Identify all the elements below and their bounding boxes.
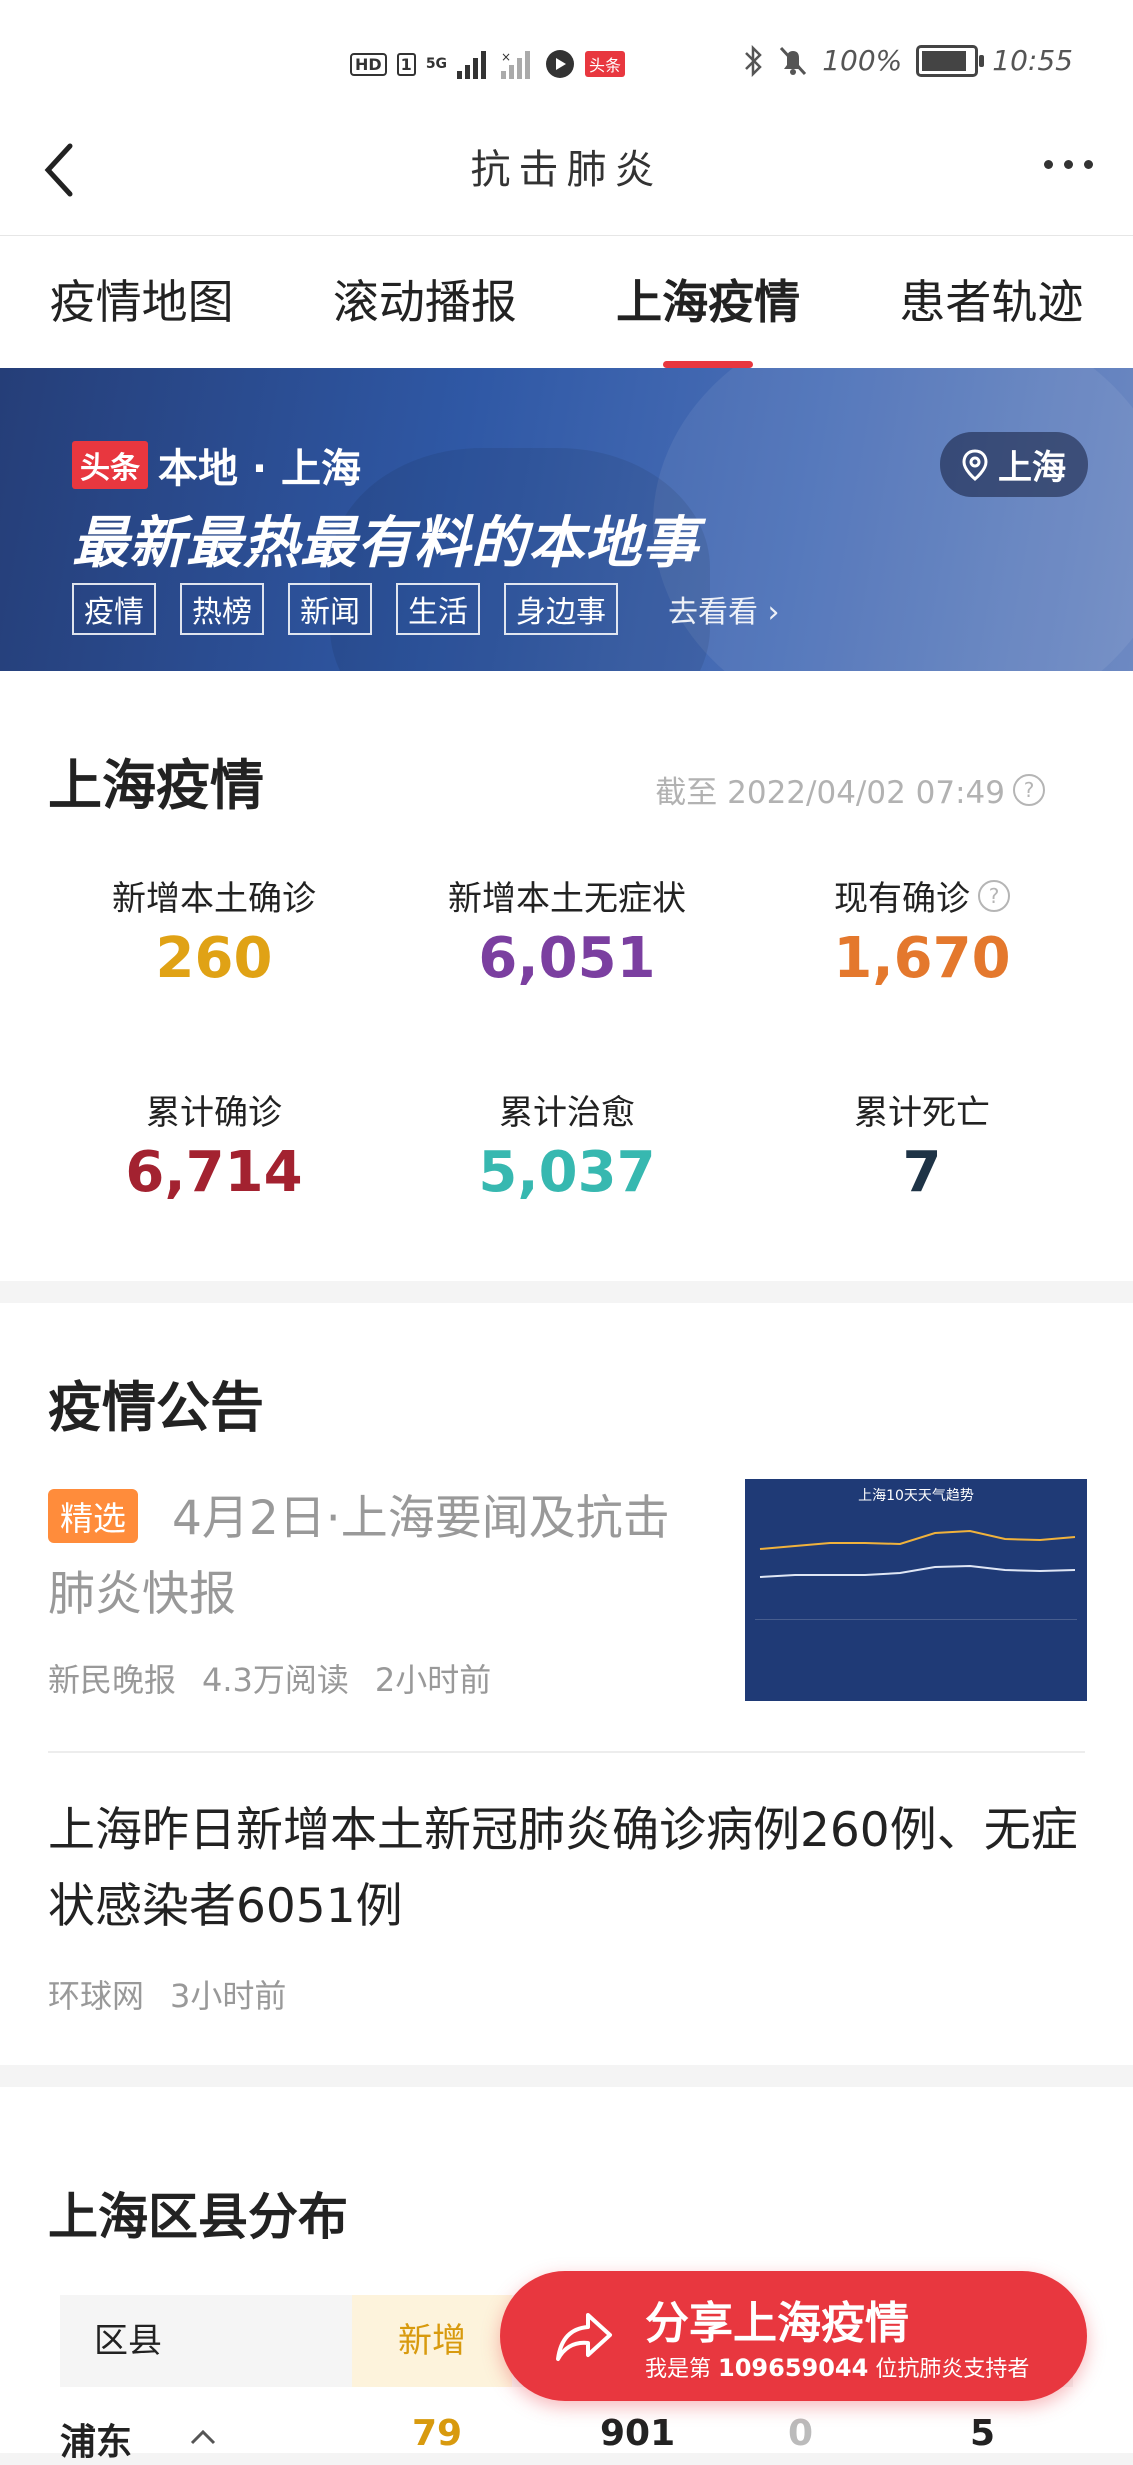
signal-off-icon: × — [501, 50, 531, 79]
battery-percent: 100% — [822, 44, 903, 77]
notice-time: 3小时前 — [170, 1977, 287, 2015]
status-right-icons: 100% 10:55 — [742, 44, 1073, 77]
help-icon[interactable]: ? — [978, 879, 1010, 912]
notice-time: 2小时前 — [374, 1661, 492, 1699]
district-value: 0 — [788, 2413, 814, 2454]
help-icon[interactable]: ? — [1013, 773, 1045, 806]
stat-value: 5,037 — [478, 1140, 656, 1205]
clock: 10:55 — [992, 44, 1073, 77]
mute-bell-icon — [780, 46, 807, 75]
notice-source: 新民晚报 — [48, 1661, 177, 1699]
district-new: 79 — [412, 2413, 463, 2454]
stats-timestamp: 截至 2022/04/02 07:49 ? — [655, 767, 1045, 812]
stat-label: 累计治愈 — [499, 1093, 635, 1133]
location-pin-icon — [962, 448, 988, 481]
stat-total-confirmed: 累计确诊 6,714 — [44, 1085, 384, 1205]
column-header-district: 区县 — [94, 2321, 162, 2361]
stat-current-confirmed: 现有确诊? 1,670 — [752, 871, 1092, 991]
notice-source: 环球网 — [48, 1977, 145, 2015]
divider — [48, 1751, 1085, 1753]
share-title: 分享上海疫情 — [645, 2298, 909, 2349]
dot-icon — [1084, 160, 1093, 169]
tab-patient-tracks[interactable]: 患者轨迹 — [850, 236, 1133, 368]
share-sub-prefix: 我是第 — [645, 2357, 712, 2382]
share-button[interactable]: 分享上海疫情 我是第 109659044 位抗肺炎支持者 — [500, 2271, 1087, 2401]
stat-label: 现有确诊 — [834, 879, 970, 919]
dot-icon — [1064, 160, 1073, 169]
thumbnail-caption: 上海10天天气趋势 — [858, 1488, 974, 1504]
notice-item-meta: 环球网 3小时前 — [48, 1971, 286, 2017]
banner-brand: 头条 本地 · 上海 — [72, 436, 361, 494]
page-title: 抗击肺炎 — [470, 147, 663, 193]
svg-text:×: × — [501, 50, 511, 64]
signal-icon — [457, 51, 487, 79]
stat-label: 累计确诊 — [146, 1093, 282, 1133]
stat-total-cured: 累计治愈 5,037 — [397, 1085, 737, 1205]
toutiao-app-icon: 头条 — [585, 51, 626, 77]
banner-tags: 疫情 热榜 新闻 生活 身边事 去看看 › — [72, 583, 780, 635]
tab-bar: 疫情地图 滚动播报 上海疫情 患者轨迹 — [0, 236, 1133, 368]
banner-tag[interactable]: 疫情 — [72, 583, 156, 635]
weather-trend-graphic — [759, 1529, 1076, 1578]
notice-item-title[interactable]: 上海昨日新增本土新冠肺炎确诊病例260例、无症状感染者6051例 — [48, 1793, 1088, 1945]
tab-shanghai-epidemic[interactable]: 上海疫情 — [567, 236, 850, 368]
battery-icon — [916, 44, 985, 77]
toutiao-badge: 头条 — [72, 441, 148, 489]
status-left-icons: HD 1 5G × 头条 — [350, 44, 626, 84]
district-title: 上海区县分布 — [48, 2188, 348, 2246]
banner-tag[interactable]: 新闻 — [288, 583, 372, 635]
stat-total-deaths: 累计死亡 7 — [752, 1085, 1092, 1205]
local-banner[interactable]: 头条 本地 · 上海 最新最热最有料的本地事 疫情 热榜 新闻 生活 身边事 去… — [0, 368, 1133, 671]
stat-value: 6,714 — [125, 1140, 303, 1205]
tab-rolling-news[interactable]: 滚动播报 — [283, 236, 566, 368]
notice-card: 疫情公告 4月2日·上海要闻及抗击肺炎快报 精选 新民晚报 4.3万阅读 2小时… — [0, 1303, 1133, 2065]
location-label: 上海 — [998, 448, 1066, 488]
supporter-number: 109659044 — [718, 2354, 869, 2382]
banner-go-see-link[interactable]: 去看看 › — [668, 587, 780, 631]
net-5g-label: 5G — [425, 56, 448, 72]
district-value: 901 — [600, 2413, 676, 2454]
banner-tag[interactable]: 生活 — [396, 583, 480, 635]
notice-item-title[interactable]: 4月2日·上海要闻及抗击肺炎快报 — [48, 1481, 688, 1633]
stat-label: 新增本土无症状 — [448, 879, 686, 919]
district-name: 浦东 — [60, 2422, 133, 2463]
stat-value: 260 — [155, 926, 273, 991]
bluetooth-icon — [745, 44, 763, 77]
stat-value: 1,670 — [833, 926, 1011, 991]
share-subtitle: 我是第 109659044 位抗肺炎支持者 — [645, 2351, 1029, 2383]
sim-icon: 1 — [396, 52, 416, 76]
banner-tag[interactable]: 身边事 — [504, 583, 618, 635]
more-menu-button[interactable] — [1044, 160, 1093, 169]
district-value: 5 — [970, 2413, 996, 2454]
notice-reads: 4.3万阅读 — [202, 1661, 349, 1699]
banner-tag[interactable]: 热榜 — [180, 583, 264, 635]
banner-headline: 最新最热最有料的本地事 — [72, 511, 699, 576]
tab-epidemic-map[interactable]: 疫情地图 — [0, 236, 283, 368]
chevron-up-icon[interactable] — [188, 2427, 218, 2447]
stat-value: 6,051 — [478, 926, 656, 991]
stats-title: 上海疫情 — [48, 754, 264, 817]
hd-icon: HD — [350, 52, 387, 76]
banner-brand-text: 本地 · 上海 — [158, 446, 362, 492]
stat-new-local-confirmed: 新增本土确诊 260 — [44, 871, 384, 991]
stat-value: 7 — [902, 1140, 942, 1205]
column-header-new: 新增 — [352, 2295, 512, 2387]
featured-badge: 精选 — [48, 1489, 138, 1543]
message-app-icon — [546, 50, 575, 78]
notice-thumbnail[interactable]: 上海10天天气趋势 — [745, 1479, 1087, 1701]
location-chip[interactable]: 上海 — [940, 432, 1088, 497]
share-sub-suffix: 位抗肺炎支持者 — [875, 2357, 1030, 2382]
notice-item-meta: 新民晚报 4.3万阅读 2小时前 — [48, 1655, 491, 1701]
stats-timestamp-text: 截至 2022/04/02 07:49 — [655, 775, 1005, 811]
stat-label: 累计死亡 — [854, 1093, 990, 1133]
stats-card: 上海疫情 截至 2022/04/02 07:49 ? 新增本土确诊 260 新增… — [0, 671, 1133, 1281]
share-icon — [556, 2313, 612, 2361]
notice-title: 疫情公告 — [48, 1376, 264, 1439]
stat-new-local-asymptomatic: 新增本土无症状 6,051 — [397, 871, 737, 991]
dot-icon — [1044, 160, 1053, 169]
stat-label: 新增本土确诊 — [112, 879, 316, 919]
